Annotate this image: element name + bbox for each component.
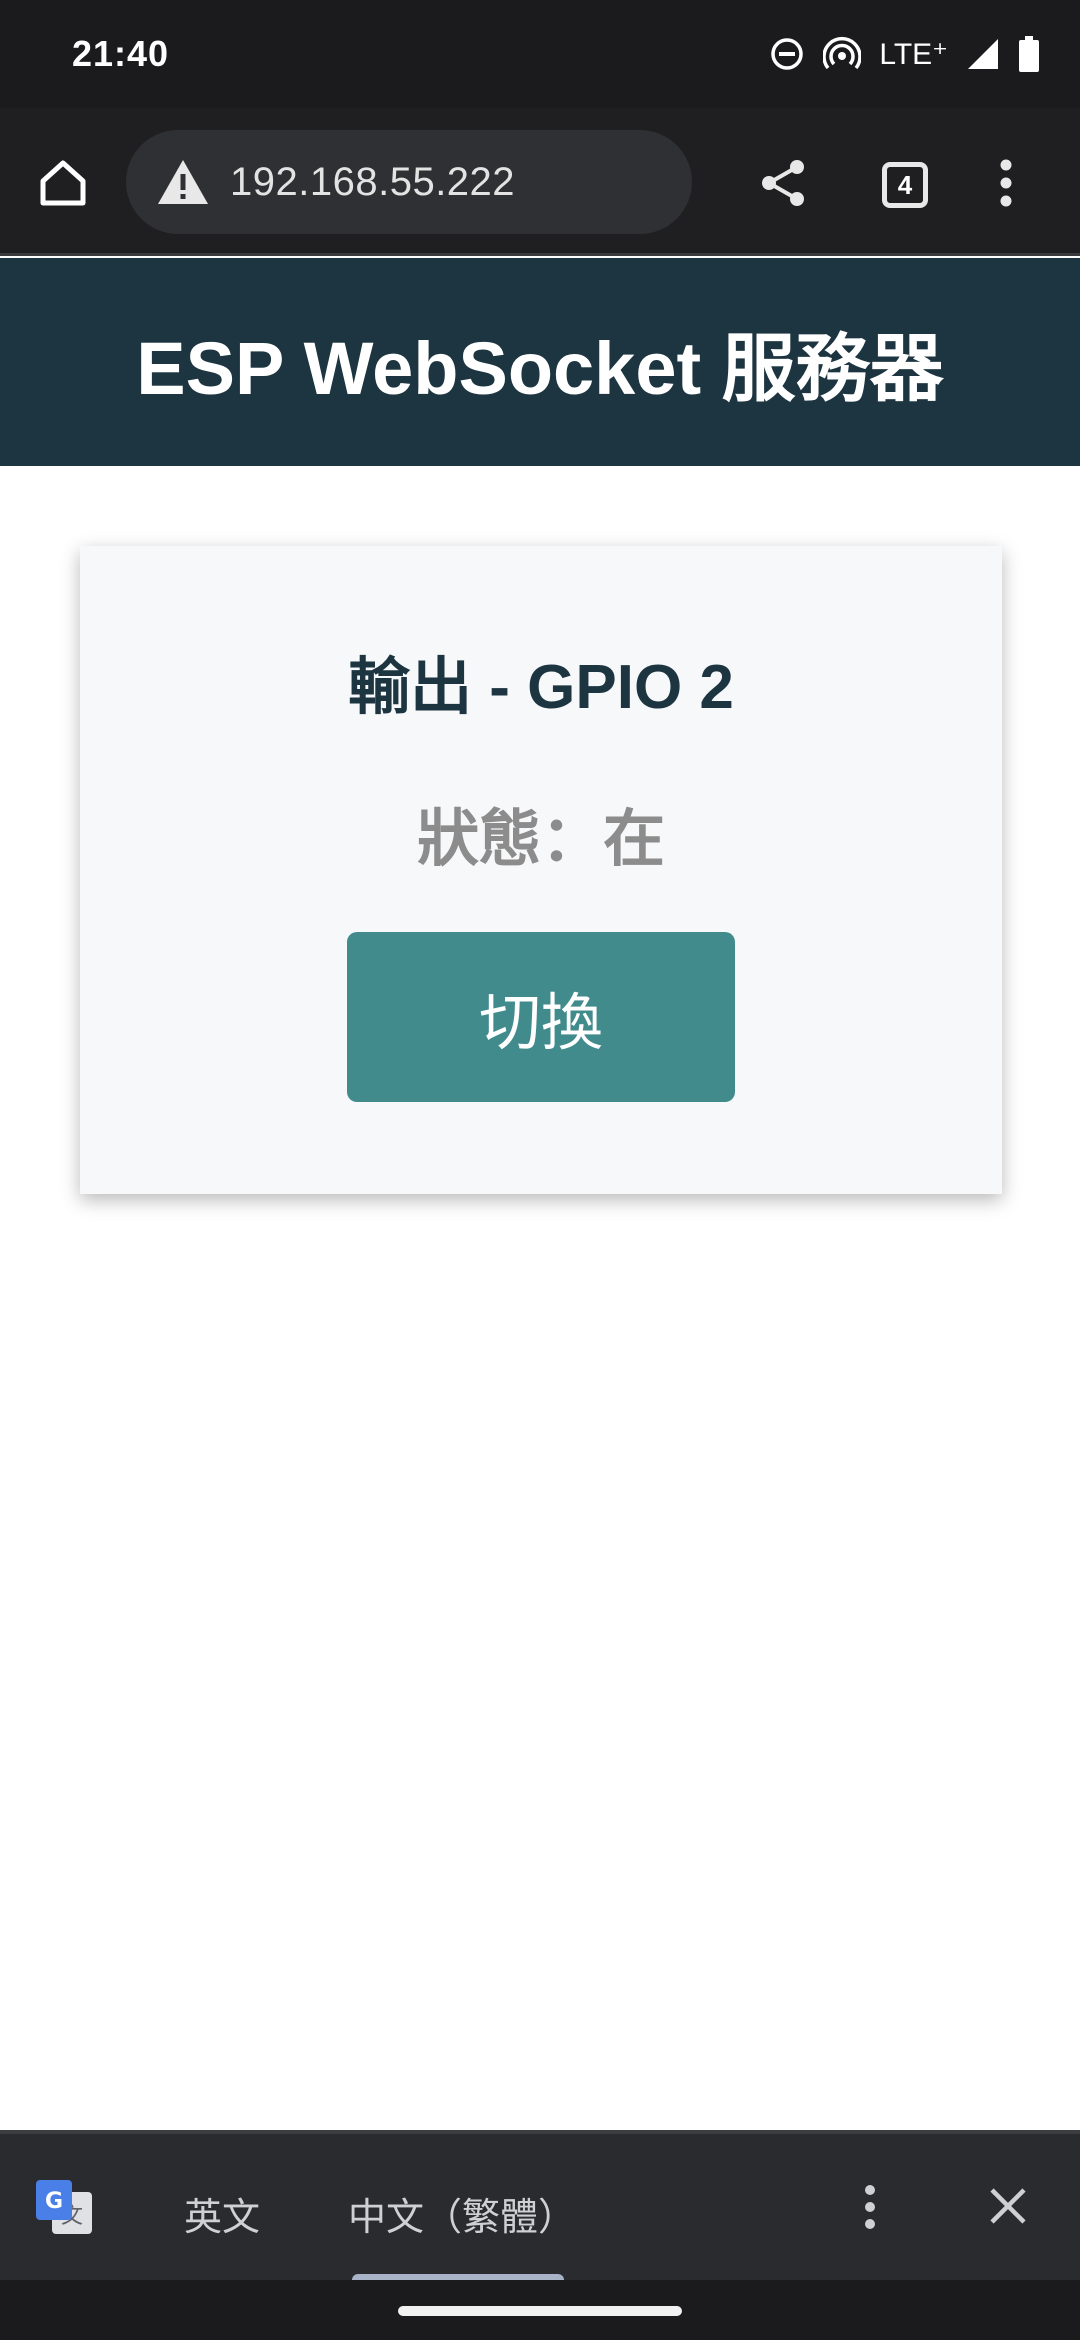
share-button[interactable] [750,152,816,218]
system-nav-bar [0,2280,1080,2340]
svg-text:G: G [45,2189,63,2214]
do-not-disturb-icon [769,36,805,72]
gesture-handle[interactable] [398,2306,682,2316]
home-button[interactable] [30,152,96,218]
status-time: 21:40 [72,33,170,74]
home-icon [37,157,89,214]
url-text: 192.168.55.222 [230,159,516,204]
translate-options-button[interactable] [850,2174,890,2244]
more-vert-icon [864,2184,876,2235]
toggle-button[interactable]: 切換 [347,932,735,1102]
status-icons: LTE⁺ [769,30,1040,78]
page-header: ESP WebSocket 服務器 [0,258,1080,466]
google-translate-icon: 文 G [34,2178,94,2238]
warning-icon [156,158,210,206]
more-vert-icon [999,158,1013,213]
network-type: LTE⁺ [879,37,948,71]
browser-toolbar: 192.168.55.222 4 [0,108,1080,256]
translate-bar: 文 G 英文 中文（繁體） [0,2130,1080,2284]
gpio-card: 輸出 - GPIO 2 狀態：在 切換 [80,546,1002,1194]
card-heading: 輸出 - GPIO 2 [348,653,734,722]
page-title: ESP WebSocket 服務器 [136,326,944,410]
output-state: 狀態：在 [416,805,665,874]
translate-close-button[interactable] [978,2178,1038,2238]
tabs-icon: 4 [882,162,928,208]
target-language-tab[interactable]: 中文（繁體） [348,2186,576,2241]
share-icon [759,158,807,213]
browser-menu-button[interactable] [976,152,1036,218]
source-language-tab[interactable]: 英文 [184,2186,260,2241]
battery-icon [1018,36,1040,72]
tab-count: 4 [897,169,913,200]
hotspot-icon [823,36,862,72]
tab-switcher-button[interactable]: 4 [872,152,938,218]
status-bar: 21:40 LTE⁺ [0,0,1080,108]
signal-icon [966,37,1000,71]
close-icon [988,2186,1028,2231]
address-bar[interactable]: 192.168.55.222 [126,130,692,234]
